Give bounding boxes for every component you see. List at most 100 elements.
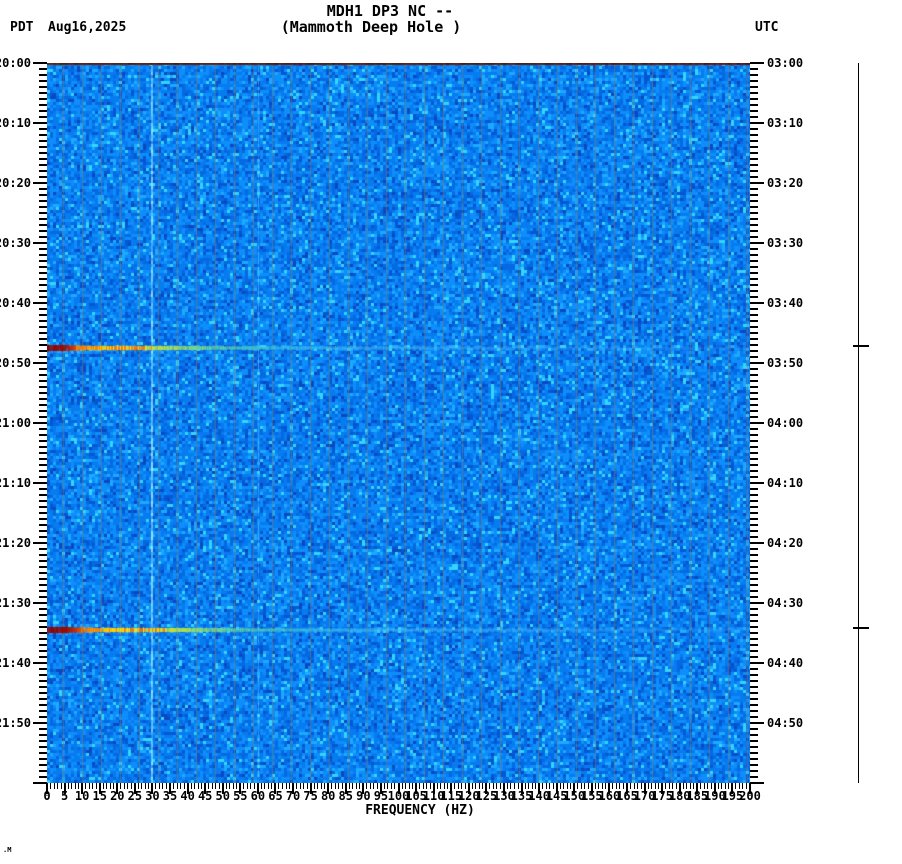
left-axis-tick: [33, 722, 47, 724]
frequency-axis-tick-label: 20: [110, 789, 125, 803]
left-axis-tick: [39, 350, 47, 352]
date-label: Aug16,2025: [48, 20, 127, 35]
right-axis-tick: [750, 476, 758, 478]
right-axis-tick: [750, 338, 758, 340]
frequency-axis-tick-label: 75: [303, 789, 318, 803]
right-axis-tick: [750, 290, 758, 292]
right-axis-tick: [750, 440, 758, 442]
left-axis-tick: [39, 596, 47, 598]
left-axis-tick: [39, 170, 47, 172]
left-axis-tick: [39, 278, 47, 280]
left-axis-tick: [39, 314, 47, 316]
frequency-axis-tick: [489, 783, 491, 789]
right-axis-tick: [750, 620, 758, 622]
left-axis-tick: [39, 68, 47, 70]
left-axis-tick: [39, 236, 47, 238]
right-axis-tick: [750, 260, 758, 262]
frequency-axis-tick: [208, 783, 210, 789]
spectrogram-page: PDT Aug16,2025 MDH1 DP3 NC -- (Mammoth D…: [0, 0, 902, 864]
right-axis-tick: [750, 668, 758, 670]
seismogram-event-spike: [853, 345, 869, 347]
frequency-axis-tick-label: 5: [60, 789, 69, 803]
right-axis-tick: [750, 164, 758, 166]
right-axis-tick-label: 04:40: [767, 656, 804, 670]
right-axis-tick: [750, 542, 764, 544]
frequency-axis-tick: [454, 783, 456, 789]
right-axis-tick: [750, 572, 758, 574]
right-axis-tick-label: 04:30: [767, 596, 804, 610]
frequency-axis-tick-label: 45: [197, 789, 213, 803]
right-axis-tick: [750, 512, 758, 514]
left-axis-tick: [39, 206, 47, 208]
right-axis-tick: [750, 62, 764, 64]
left-axis-tick: [39, 272, 47, 274]
frequency-axis-tick: [102, 783, 104, 789]
frequency-axis-tick: [317, 783, 319, 789]
left-axis-tick: [39, 728, 47, 730]
right-axis-tick: [750, 518, 758, 520]
frequency-axis-tick-label: 200: [739, 789, 761, 803]
frequency-axis-tick: [524, 783, 526, 789]
right-axis-tick: [750, 482, 764, 484]
left-axis-tick: [39, 566, 47, 568]
left-axis-tick: [39, 284, 47, 286]
right-axis-tick: [750, 374, 758, 376]
frequency-axis-tick: [299, 783, 301, 789]
right-axis-tick: [750, 188, 758, 190]
frequency-axis-tick: [141, 783, 143, 789]
right-axis-tick: [750, 344, 758, 346]
left-axis-tick: [39, 560, 47, 562]
frequency-axis-tick: [542, 783, 544, 789]
left-axis-tick-label: 20:30: [0, 236, 31, 250]
spectrogram-heatmap: [47, 63, 750, 783]
right-axis-tick: [750, 350, 758, 352]
frequency-axis-tick: [57, 783, 59, 789]
frequency-axis-tick: [243, 783, 245, 789]
left-axis-tick: [39, 392, 47, 394]
frequency-axis-tick-label: 65: [268, 789, 283, 803]
right-axis-tick: [750, 704, 758, 706]
frequency-axis-tick-label: 25: [127, 789, 143, 803]
left-axis-tick: [39, 326, 47, 328]
left-axis-tick: [39, 746, 47, 748]
right-axis-tick: [750, 356, 758, 358]
left-axis-tick: [39, 770, 47, 772]
right-axis-tick: [750, 530, 758, 532]
right-axis-tick: [750, 452, 758, 454]
left-axis-tick-label: 20:20: [0, 176, 31, 190]
right-axis-tick: [750, 464, 758, 466]
frequency-axis-tick-label: 35: [162, 789, 178, 803]
right-axis-tick: [750, 386, 758, 388]
right-axis-tick: [750, 428, 758, 430]
left-axis-tick: [39, 638, 47, 640]
left-axis-tick: [39, 554, 47, 556]
right-axis-tick: [750, 488, 758, 490]
left-axis-tick: [39, 584, 47, 586]
right-axis-tick: [750, 146, 758, 148]
frequency-axis-tick: [334, 783, 336, 789]
frequency-axis-tick: [401, 783, 403, 789]
left-axis-tick: [39, 692, 47, 694]
right-axis-tick: [750, 74, 758, 76]
frequency-axis-tick: [717, 783, 719, 789]
right-axis-tick: [750, 170, 758, 172]
left-axis-tick: [33, 662, 47, 664]
frequency-axis-tick-label: 90: [356, 789, 371, 803]
frequency-axis-tick: [53, 783, 55, 789]
left-axis-tick: [33, 362, 47, 364]
left-axis-tick: [33, 302, 47, 304]
frequency-axis-tick: [352, 783, 354, 789]
frequency-axis-tick: [348, 783, 350, 789]
right-axis-tick-label: 03:20: [767, 176, 804, 190]
left-axis-tick: [39, 734, 47, 736]
right-axis-tick: [750, 764, 758, 766]
right-axis-tick: [750, 728, 758, 730]
right-axis-tick: [750, 398, 758, 400]
frequency-axis-tick: [594, 783, 596, 789]
left-axis-tick-label: 20:00: [0, 56, 31, 70]
left-axis-tick: [39, 626, 47, 628]
left-axis-tick: [39, 134, 47, 136]
left-axis-tick: [39, 764, 47, 766]
right-axis-tick: [750, 80, 758, 82]
left-axis-tick: [39, 650, 47, 652]
